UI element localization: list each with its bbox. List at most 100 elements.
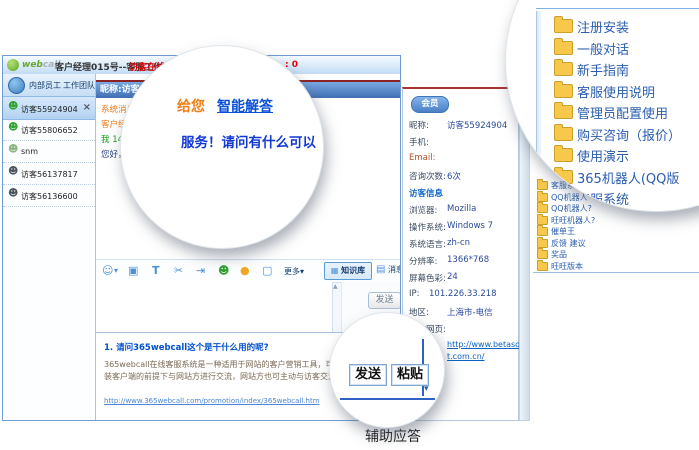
send-button[interactable]: 发送 <box>368 292 400 309</box>
field-label: 手机: <box>409 136 429 148</box>
visitor-name: 访客56136600 <box>21 191 78 202</box>
more-menu[interactable]: 更多▾ <box>284 266 304 277</box>
emoticon-icon[interactable]: ☺ <box>102 264 113 277</box>
member-tab[interactable]: 会员 <box>411 96 449 113</box>
visitor-offline-icon: ☻ <box>8 189 18 199</box>
folder-icon <box>554 41 573 55</box>
field-label: 操作系统: <box>409 221 446 233</box>
folder-icon <box>537 239 548 248</box>
field-label: 系统语言: <box>409 238 446 250</box>
field-label: 分辨率: <box>409 255 437 267</box>
scroll-up-icon[interactable]: ▲ <box>333 283 338 290</box>
more-dropdown-icon: ▾ <box>300 267 304 276</box>
scissors-icon[interactable]: ✂ <box>174 264 183 277</box>
field-value: Windows 7 <box>447 221 493 231</box>
folder-item[interactable]: 催单王 <box>530 226 699 237</box>
folder-icon <box>554 19 573 33</box>
status-round-button[interactable] <box>8 77 25 94</box>
folder-icon <box>537 262 548 271</box>
visitor-row[interactable]: ☻ 访客56137817 <box>3 162 95 185</box>
folder-icon <box>554 148 573 162</box>
buttons-magnifier-circle: ▾ 发送 粘贴 <box>329 312 445 428</box>
field-label: 咨询次数: <box>409 170 446 182</box>
field-value: zh-cn <box>447 238 470 248</box>
tab-work-team[interactable]: 工作团队 <box>63 80 95 91</box>
field-value: 24 <box>447 272 458 282</box>
caption-label: 辅助应答 <box>343 426 443 446</box>
magnified-folder-item[interactable]: 一般对话 <box>506 39 699 59</box>
source-link[interactable]: t.com.cn/ <box>447 352 484 361</box>
source-link[interactable]: http://www.betasof <box>447 340 523 349</box>
folder-icon <box>554 105 573 119</box>
field-value: 访客55924904 <box>447 119 507 131</box>
magnified-folder-item[interactable]: 客服系统 <box>506 189 699 209</box>
folder-icon <box>554 84 573 98</box>
field-value: Mozilla <box>447 204 476 214</box>
qa-question: 1. 请问365webcall这个是干什么用的呢? <box>104 341 269 353</box>
field-label: IP: <box>409 289 420 299</box>
folder-item[interactable]: 旺旺版本 <box>530 261 699 272</box>
magnified-folder-item[interactable]: 购买咨询（报价） <box>506 125 699 145</box>
visitor-row[interactable]: ☻ 访客55924904 × <box>3 96 95 120</box>
visitor-row[interactable]: ☻ 访客55806652 <box>3 118 95 141</box>
folder-icon <box>537 250 548 259</box>
visitor-name: 访客55806652 <box>21 125 78 136</box>
folder-icon <box>554 170 573 184</box>
invite-person-icon[interactable]: ☻ <box>218 264 229 277</box>
emoticon-dropdown-icon[interactable]: ▾ <box>114 264 118 277</box>
magnified-folder-item[interactable]: 客服使用说明 <box>506 82 699 102</box>
remote-assist-icon[interactable]: ▢ <box>262 264 272 277</box>
magnified-system-text: 给您 <box>177 96 205 116</box>
magnified-folder-item[interactable]: 管理员配置使用 <box>506 103 699 123</box>
magnified-folder-item[interactable]: 新手指南 <box>506 60 699 80</box>
field-label: 昵称: <box>409 119 429 131</box>
file-transfer-icon[interactable]: ⇥ <box>196 264 205 277</box>
magnified-panel-border <box>536 8 699 9</box>
visitor-row[interactable]: ☻ snm <box>3 140 95 163</box>
magnified-folder-item[interactable]: 365机器人(QQ版 <box>506 168 699 188</box>
folder-panel-divider <box>533 272 699 273</box>
sidebar-tab-bar: 内部员工 工作团队 <box>3 74 95 97</box>
evaluate-icon[interactable]: ● <box>240 264 250 277</box>
magnified-folder-item[interactable]: 注册安装 <box>506 17 699 37</box>
magnified-input-border <box>340 398 435 400</box>
folder-item[interactable]: 奖品 <box>530 249 699 260</box>
field-label: 地区: <box>409 306 429 318</box>
qa-answer-link[interactable]: http://www.365webcall.com/promotion/inde… <box>104 397 320 405</box>
message-history-icon: ▤ <box>376 264 385 275</box>
visitor-online-icon: ☻ <box>8 102 18 112</box>
visitor-name: 访客56137817 <box>21 169 78 180</box>
knowledge-base-icon: ▦ <box>331 266 339 275</box>
magnified-smart-answer-link[interactable]: 智能解答 <box>217 96 273 116</box>
tab-internal-staff[interactable]: 内部员工 <box>29 80 61 91</box>
folder-item[interactable]: 反馈 建议 <box>530 238 699 249</box>
visitor-name: snm <box>21 147 38 156</box>
magnified-send-button[interactable]: 发送 <box>349 364 387 386</box>
webcall-logo-icon <box>7 59 19 71</box>
screenshot-stage: webcall 客户经理015号--客服工作台 访客在线数: 48 : 0 内部… <box>0 0 699 450</box>
field-value: 101.226.33.218 <box>429 289 497 299</box>
folder-item[interactable]: 旺旺机器人? <box>530 215 699 226</box>
font-icon[interactable]: T <box>152 264 160 277</box>
field-value: 上海市-电信 <box>447 306 493 318</box>
folder-icon <box>537 227 548 236</box>
visitor-offline-icon: ☻ <box>8 167 18 177</box>
folder-icon <box>537 216 548 225</box>
visitor-away-icon: ☻ <box>8 145 18 155</box>
folder-icon <box>554 127 573 141</box>
knowledge-base-button[interactable]: ▦ 知识库 <box>324 262 372 280</box>
visitor-row[interactable]: ☻ 访客56136600 <box>3 184 95 207</box>
field-value: 1366*768 <box>447 255 489 265</box>
field-value: 6次 <box>447 170 461 182</box>
magnified-folder-item[interactable]: 使用演示 <box>506 146 699 166</box>
visitor-online-icon: ☻ <box>8 123 18 133</box>
message-history-button[interactable]: ▤ 消息记录 <box>376 264 400 275</box>
field-label: Email: <box>409 153 435 163</box>
folder-icon <box>554 62 573 76</box>
field-label: 浏览器: <box>409 204 437 216</box>
magnified-paste-button[interactable]: 粘贴 <box>391 364 429 386</box>
close-chat-icon[interactable]: × <box>83 102 91 113</box>
chat-magnifier-circle: 给您 智能解答 服务！请问有什么可以 <box>120 45 324 249</box>
screenshot-icon[interactable]: ▣ <box>128 264 138 277</box>
field-label: 屏幕色彩: <box>409 272 446 284</box>
